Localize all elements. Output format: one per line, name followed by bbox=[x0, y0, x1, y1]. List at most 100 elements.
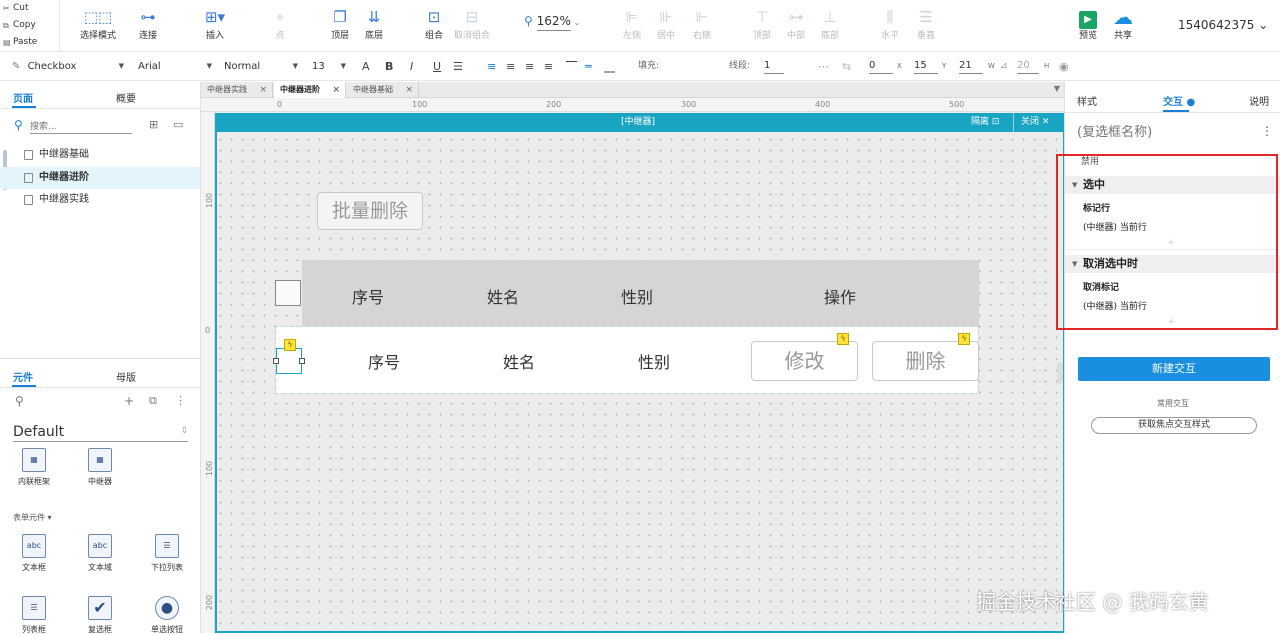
resize-handle[interactable] bbox=[273, 358, 279, 364]
widget-repeater[interactable]: ▦ 中继器 bbox=[76, 448, 124, 487]
font-weight-select[interactable]: Normal ▼ bbox=[224, 58, 298, 75]
page-item-active[interactable]: 中继器进阶 bbox=[0, 167, 200, 189]
font-select[interactable]: Arial ▼ bbox=[138, 58, 212, 75]
distribute-v-button[interactable]: ☰ 垂直 bbox=[912, 6, 940, 41]
add-page-icon[interactable]: ⊞ bbox=[149, 118, 158, 131]
valign-top-icon[interactable]: ⎺ bbox=[566, 58, 577, 75]
line-width-input[interactable]: 1 bbox=[764, 59, 784, 74]
tab-outline[interactable]: 概要 bbox=[116, 90, 136, 105]
zoom-select[interactable]: ⚲ 162% ⌄ bbox=[524, 14, 580, 31]
section-form-widgets[interactable]: 表单元件 ▾ bbox=[13, 512, 52, 523]
bulk-delete-button[interactable]: 批量删除 bbox=[317, 192, 423, 230]
play-icon: ▶ bbox=[1073, 6, 1103, 29]
eye-icon[interactable]: ◉ bbox=[1059, 58, 1069, 75]
doc-tab-active[interactable]: 中继器进阶 × bbox=[274, 82, 346, 98]
group-button[interactable]: ⊡ 组合 bbox=[420, 6, 448, 41]
widget-checkbox[interactable]: ✔ 复选框 bbox=[76, 596, 124, 635]
tab-notes[interactable]: 说明 bbox=[1249, 93, 1269, 108]
font-color-icon[interactable]: A bbox=[362, 58, 370, 75]
library-copy-icon[interactable]: ⧉ bbox=[149, 394, 157, 408]
lock-ratio-icon[interactable]: ⊿ bbox=[1000, 58, 1008, 75]
edit-button[interactable]: 修改 bbox=[751, 341, 858, 381]
height-input[interactable]: 20 bbox=[1017, 59, 1039, 74]
widget-textbox[interactable]: abc 文本框 bbox=[10, 534, 58, 573]
close-icon[interactable]: × bbox=[405, 82, 413, 98]
page-item[interactable]: 中继器基础 bbox=[0, 144, 200, 166]
ungroup-button[interactable]: ⊟ 取消组合 bbox=[452, 6, 492, 41]
align-center-button[interactable]: ⊪ 居中 bbox=[652, 6, 680, 41]
delete-button[interactable]: 删除 bbox=[872, 341, 979, 381]
tab-masters[interactable]: 母版 bbox=[116, 369, 136, 384]
new-interaction-button[interactable]: 新建交互 bbox=[1078, 357, 1270, 381]
italic-icon[interactable]: I bbox=[410, 58, 413, 75]
textarea-icon: abc bbox=[88, 534, 112, 558]
width-input[interactable]: 21 bbox=[959, 59, 983, 74]
y-input[interactable]: 15 bbox=[914, 59, 938, 74]
bottom-layer-button[interactable]: ⇊ 底层 bbox=[360, 6, 388, 41]
close-icon[interactable]: × bbox=[259, 82, 267, 98]
doc-tab[interactable]: 中继器实践 × bbox=[201, 82, 273, 98]
page-item[interactable]: 中继器实践 bbox=[0, 189, 200, 211]
connect-button[interactable]: ⊶ 连接 bbox=[132, 6, 164, 41]
top-layer-button[interactable]: ❐ 顶层 bbox=[326, 6, 354, 41]
add-folder-icon[interactable]: ▭ bbox=[173, 118, 183, 131]
underline-icon[interactable]: U bbox=[433, 58, 441, 75]
isolate-button[interactable]: 隔离 ⊡ bbox=[971, 113, 999, 132]
font-size-select[interactable]: 13 ▼ bbox=[312, 58, 346, 75]
align-text-right-icon[interactable]: ≡ bbox=[525, 58, 534, 75]
align-right-button[interactable]: ⊩ 右侧 bbox=[688, 6, 716, 41]
preview-button[interactable]: ▶ 预览 bbox=[1073, 6, 1103, 41]
widget-type-select[interactable]: ✎ Checkbox ▼ bbox=[12, 58, 124, 75]
more-icon[interactable]: ⋮ bbox=[1261, 124, 1273, 138]
widget-radio[interactable]: ● 单选按钮 bbox=[143, 596, 191, 635]
line-style-icon[interactable]: ⋯ bbox=[818, 58, 829, 75]
align-top-button[interactable]: ⊤ 顶部 bbox=[748, 6, 776, 41]
resize-handle[interactable] bbox=[299, 358, 305, 364]
tab-interaction[interactable]: 交互 ● bbox=[1163, 93, 1195, 108]
bold-icon[interactable]: B bbox=[385, 58, 393, 75]
distribute-h-button[interactable]: ⫼ 水平 bbox=[876, 6, 904, 41]
canvas-scroll-handle[interactable] bbox=[1057, 362, 1063, 384]
tab-style[interactable]: 样式 bbox=[1077, 93, 1097, 108]
copy-button[interactable]: ⧉ Copy bbox=[0, 17, 59, 34]
line-label: 线段: bbox=[729, 61, 751, 71]
widget-dropdown[interactable]: ☰ 下拉列表 bbox=[143, 534, 191, 573]
bullet-list-icon[interactable]: ☰ bbox=[453, 58, 463, 75]
share-button[interactable]: ☁ 共享 bbox=[1106, 6, 1140, 41]
more-icon[interactable]: ⋮ bbox=[175, 394, 186, 407]
tab-widgets[interactable]: 元件 bbox=[13, 369, 33, 384]
header-checkbox[interactable] bbox=[275, 280, 301, 306]
user-menu[interactable]: 1540642375 ⌄ bbox=[1178, 18, 1268, 32]
align-middle-button[interactable]: ⊶ 中部 bbox=[782, 6, 810, 41]
add-library-icon[interactable]: + bbox=[124, 394, 134, 408]
common-interactions-label: 常用交互 bbox=[1157, 399, 1189, 408]
arrow-style-icon[interactable]: ⇆ bbox=[842, 58, 851, 75]
widget-textarea[interactable]: abc 文本域 bbox=[76, 534, 124, 573]
widget-listbox[interactable]: ☰ 列表框 bbox=[10, 596, 58, 635]
insert-button[interactable]: ⊞▾ 插入 bbox=[198, 6, 232, 41]
align-text-left-icon[interactable]: ≡ bbox=[487, 58, 496, 75]
widget-inline-frame[interactable]: ▦ 内联框架 bbox=[10, 448, 58, 487]
focus-style-button[interactable]: 获取焦点交互样式 bbox=[1091, 417, 1257, 434]
library-select[interactable]: Default ⇕ bbox=[13, 424, 188, 442]
valign-bottom-icon[interactable]: ⎽ bbox=[604, 58, 615, 75]
select-mode-button[interactable]: ⬚⬚ 选择模式 bbox=[68, 6, 128, 41]
page-search-input[interactable] bbox=[30, 120, 132, 134]
align-text-center-icon[interactable]: ≡ bbox=[506, 58, 515, 75]
tab-overflow-icon[interactable]: ▼ bbox=[1054, 84, 1060, 93]
x-input[interactable]: 0 bbox=[869, 59, 893, 74]
widget-name-input[interactable] bbox=[1077, 123, 1247, 141]
close-icon[interactable]: × bbox=[332, 82, 340, 98]
point-button[interactable]: ⌖ 点 bbox=[266, 6, 294, 41]
doc-tab[interactable]: 中继器基础 × bbox=[347, 82, 419, 98]
justify-icon[interactable]: ≡ bbox=[544, 58, 553, 75]
close-repeater-button[interactable]: 关闭 ✕ bbox=[1021, 113, 1049, 132]
cut-button[interactable]: ✂ Cut bbox=[0, 0, 59, 17]
align-left-button[interactable]: ⊫ 左侧 bbox=[618, 6, 646, 41]
align-bottom-button[interactable]: ⊥ 底部 bbox=[816, 6, 844, 41]
search-icon[interactable]: ⚲ bbox=[15, 394, 24, 408]
tab-pages[interactable]: 页面 bbox=[13, 90, 33, 105]
valign-middle-icon[interactable]: ═ bbox=[585, 58, 592, 75]
caret-down-icon: ▼ bbox=[118, 62, 124, 70]
paste-button[interactable]: ▤ Paste bbox=[0, 34, 59, 51]
